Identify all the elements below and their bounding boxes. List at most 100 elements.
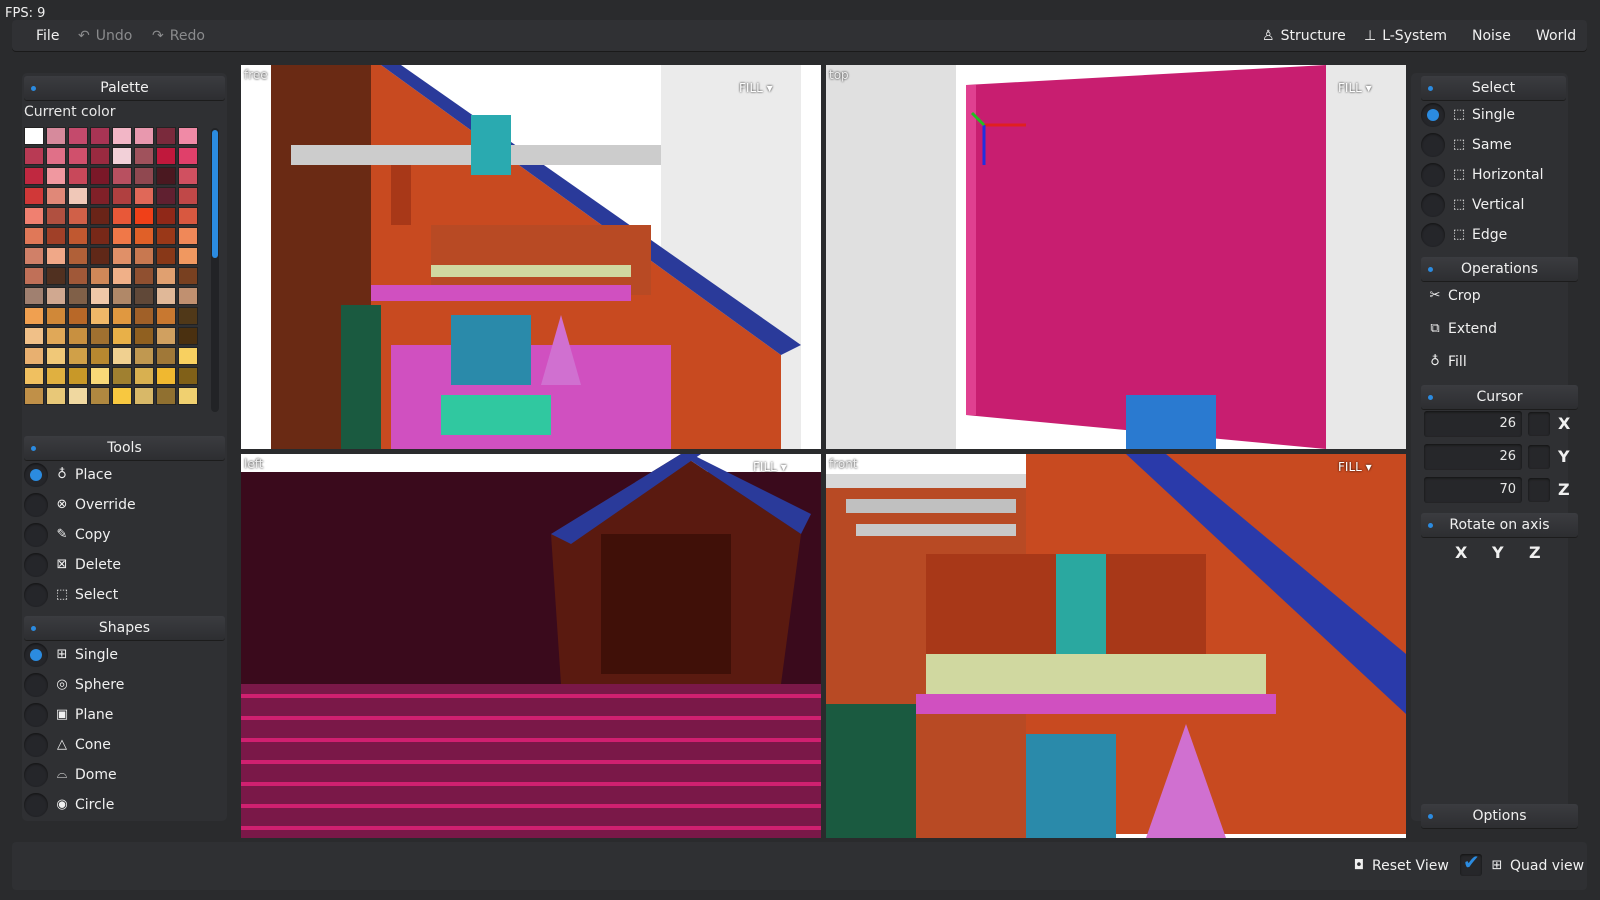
- color-swatch[interactable]: [90, 227, 110, 245]
- color-swatch[interactable]: [24, 247, 44, 265]
- color-swatch[interactable]: [178, 287, 198, 305]
- tool-override[interactable]: ⊗ Override: [24, 491, 136, 519]
- color-swatch[interactable]: [90, 187, 110, 205]
- radio[interactable]: [24, 523, 48, 547]
- color-swatch[interactable]: [46, 367, 66, 385]
- radio[interactable]: [1421, 133, 1445, 157]
- viewport-free[interactable]: free FILL ▾: [241, 65, 821, 449]
- select-vertical[interactable]: ⬚ Vertical: [1421, 191, 1524, 219]
- color-swatch[interactable]: [134, 387, 154, 405]
- color-swatch[interactable]: [112, 207, 132, 225]
- radio-selected[interactable]: [24, 463, 48, 487]
- color-swatch[interactable]: [134, 287, 154, 305]
- cursor-z-spinner[interactable]: [1528, 478, 1550, 502]
- fill-dropdown[interactable]: FILL ▾: [739, 81, 773, 95]
- structure-menu[interactable]: ♙ Structure: [1262, 28, 1346, 44]
- color-swatch[interactable]: [68, 347, 88, 365]
- color-swatch[interactable]: [46, 187, 66, 205]
- color-swatch[interactable]: [46, 267, 66, 285]
- color-swatch[interactable]: [24, 287, 44, 305]
- color-swatch[interactable]: [112, 287, 132, 305]
- world-menu[interactable]: World: [1536, 28, 1576, 44]
- file-menu[interactable]: File: [36, 28, 59, 44]
- color-swatch[interactable]: [24, 207, 44, 225]
- cursor-y-spinner[interactable]: [1528, 445, 1550, 469]
- color-swatch[interactable]: [178, 147, 198, 165]
- shape-single[interactable]: ⊞ Single: [24, 641, 118, 669]
- color-swatch[interactable]: [24, 167, 44, 185]
- shape-dome[interactable]: ⌓ Dome: [24, 761, 117, 789]
- color-swatch[interactable]: [90, 167, 110, 185]
- color-swatch[interactable]: [68, 387, 88, 405]
- fill-dropdown[interactable]: FILL ▾: [1338, 81, 1372, 95]
- radio[interactable]: [24, 493, 48, 517]
- shape-plane[interactable]: ▣ Plane: [24, 701, 113, 729]
- color-swatch[interactable]: [90, 207, 110, 225]
- color-swatch[interactable]: [112, 387, 132, 405]
- color-swatch[interactable]: [178, 207, 198, 225]
- radio[interactable]: [24, 673, 48, 697]
- color-swatch[interactable]: [90, 127, 110, 145]
- color-swatch[interactable]: [68, 187, 88, 205]
- color-swatch[interactable]: [46, 247, 66, 265]
- color-swatch[interactable]: [112, 247, 132, 265]
- color-swatch[interactable]: [46, 147, 66, 165]
- color-swatch[interactable]: [156, 227, 176, 245]
- color-swatch[interactable]: [68, 367, 88, 385]
- fill-dropdown[interactable]: FILL ▾: [753, 460, 787, 474]
- color-swatch[interactable]: [90, 307, 110, 325]
- rotate-y-button[interactable]: Y: [1492, 543, 1504, 562]
- color-swatch[interactable]: [46, 287, 66, 305]
- color-swatch[interactable]: [90, 347, 110, 365]
- color-swatch[interactable]: [112, 347, 132, 365]
- color-swatch[interactable]: [46, 307, 66, 325]
- tool-select[interactable]: ⬚ Select: [24, 581, 118, 609]
- tools-header[interactable]: Tools: [24, 436, 225, 460]
- radio[interactable]: [1421, 193, 1445, 217]
- color-swatch[interactable]: [134, 167, 154, 185]
- fill-button[interactable]: ♁ Fill: [1428, 354, 1466, 370]
- color-swatch[interactable]: [24, 327, 44, 345]
- color-swatch[interactable]: [46, 387, 66, 405]
- color-swatch[interactable]: [178, 307, 198, 325]
- color-swatch[interactable]: [68, 307, 88, 325]
- operations-header[interactable]: Operations: [1421, 257, 1578, 281]
- color-swatch[interactable]: [178, 387, 198, 405]
- color-swatch[interactable]: [112, 367, 132, 385]
- color-swatch[interactable]: [68, 327, 88, 345]
- radio[interactable]: [1421, 223, 1445, 247]
- color-swatch[interactable]: [156, 147, 176, 165]
- shape-cone[interactable]: △ Cone: [24, 731, 111, 759]
- shapes-header[interactable]: Shapes: [24, 616, 225, 640]
- color-swatch[interactable]: [134, 267, 154, 285]
- color-swatch[interactable]: [24, 307, 44, 325]
- redo-button[interactable]: ↷ Redo: [152, 28, 205, 44]
- extend-button[interactable]: ⧉ Extend: [1428, 321, 1497, 337]
- select-header[interactable]: Select: [1421, 76, 1566, 100]
- color-swatch[interactable]: [178, 127, 198, 145]
- rotate-z-button[interactable]: Z: [1529, 543, 1541, 562]
- color-swatch[interactable]: [68, 227, 88, 245]
- color-swatch[interactable]: [178, 187, 198, 205]
- color-swatch[interactable]: [90, 247, 110, 265]
- radio[interactable]: [24, 703, 48, 727]
- color-swatch[interactable]: [156, 267, 176, 285]
- color-swatch[interactable]: [156, 167, 176, 185]
- rotate-header[interactable]: Rotate on axis: [1421, 513, 1578, 537]
- color-swatch[interactable]: [134, 307, 154, 325]
- color-swatch[interactable]: [156, 327, 176, 345]
- color-swatch[interactable]: [90, 387, 110, 405]
- color-swatch[interactable]: [68, 267, 88, 285]
- color-swatch[interactable]: [178, 367, 198, 385]
- color-swatch[interactable]: [90, 147, 110, 165]
- quad-view-checkbox[interactable]: ✔: [1460, 850, 1482, 876]
- palette-scrollbar-thumb[interactable]: [212, 130, 218, 258]
- color-swatch[interactable]: [46, 227, 66, 245]
- color-swatch[interactable]: [156, 207, 176, 225]
- color-swatch[interactable]: [178, 247, 198, 265]
- color-swatch[interactable]: [156, 307, 176, 325]
- rotate-x-button[interactable]: X: [1455, 543, 1467, 562]
- select-same[interactable]: ⬚ Same: [1421, 131, 1512, 159]
- color-swatch[interactable]: [112, 327, 132, 345]
- color-swatch[interactable]: [134, 227, 154, 245]
